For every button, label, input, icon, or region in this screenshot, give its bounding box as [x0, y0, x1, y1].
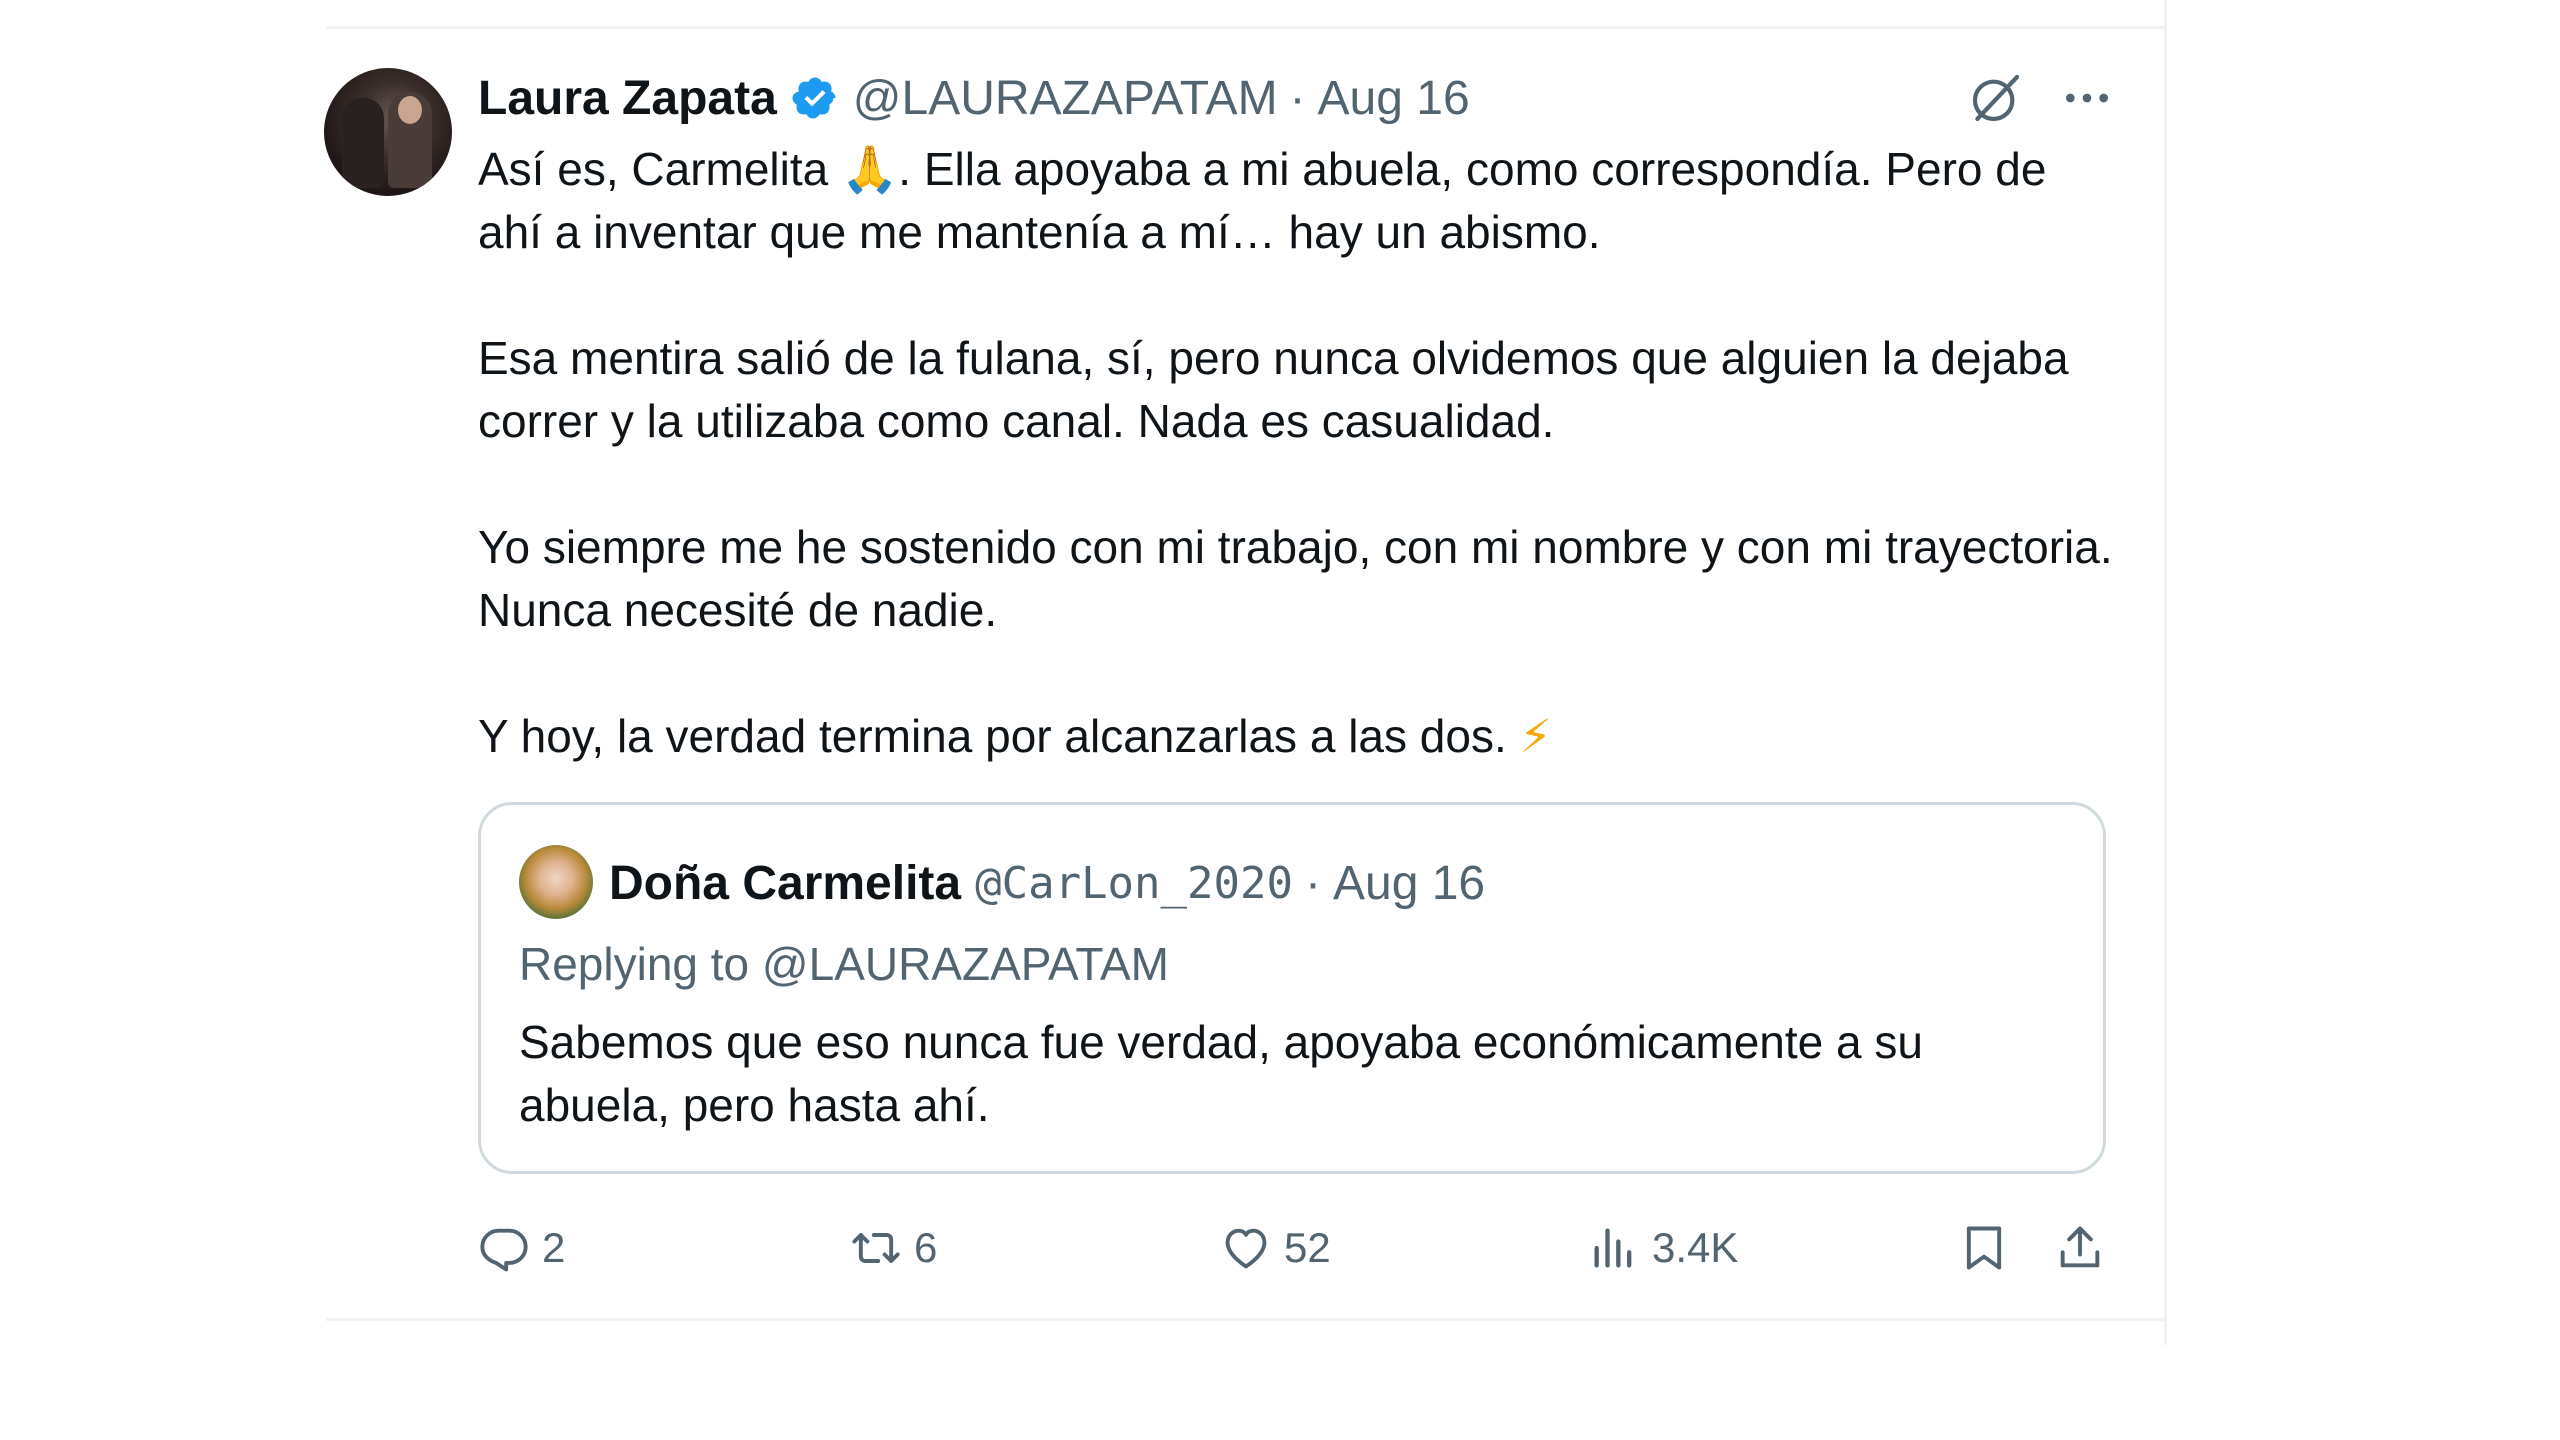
quoted-tweet-date[interactable]: Aug 16 — [1333, 856, 1485, 911]
quoted-tweet-text: Sabemos que eso nunca fue verdad, apoyab… — [519, 1016, 1923, 1131]
views-button[interactable]: 3.4K — [1588, 1216, 1738, 1280]
repost-button[interactable]: 6 — [850, 1216, 937, 1280]
quoted-replying-to: Replying to @LAURAZAPATAM — [519, 938, 1169, 990]
quoted-author-display-name[interactable]: Doña Carmelita — [609, 856, 961, 911]
tweet-frame: Laura Zapata @LAURAZAPATAM · Aug 16 Así … — [0, 0, 2560, 1440]
right-divider — [2164, 0, 2167, 1345]
share-button[interactable] — [2054, 1216, 2106, 1280]
top-divider — [326, 26, 2166, 29]
repost-icon — [852, 1233, 900, 1263]
author-handle[interactable]: @LAURAZAPATAM — [853, 71, 1278, 126]
quoted-header-separator: · — [1305, 856, 1321, 910]
views-icon — [1594, 1228, 1632, 1268]
like-button[interactable]: 52 — [1220, 1216, 1331, 1280]
tweet-header: Laura Zapata @LAURAZAPATAM · Aug 16 — [478, 66, 1470, 130]
share-icon — [2060, 1226, 2100, 1268]
pray-emoji-icon: 🙏 — [841, 142, 899, 196]
repost-count: 6 — [914, 1224, 938, 1271]
bookmark-button[interactable] — [1958, 1216, 2010, 1280]
tweet-text: Así es, Carmelita 🙏. Ella apoyaba a mi a… — [478, 138, 2118, 768]
tweet-paragraph: Esa mentira salió de la fulana, sí, pero… — [478, 332, 2069, 447]
more-icon[interactable] — [2062, 78, 2112, 118]
grok-icon[interactable] — [1968, 70, 2024, 126]
tweet-actions-bar: 2 6 52 3.4K — [478, 1216, 2118, 1280]
tweet-paragraph: Y hoy, la verdad termina por alcanzarlas… — [478, 709, 1552, 763]
reply-count: 2 — [542, 1224, 566, 1271]
bottom-divider — [326, 1318, 2166, 1321]
quoted-author-avatar[interactable] — [519, 845, 593, 919]
author-display-name[interactable]: Laura Zapata — [478, 71, 777, 126]
quoted-tweet-header: Doña Carmelita @CarLon_2020 · Aug 16 — [609, 851, 1485, 915]
lightning-emoji-icon: ⚡ — [1519, 709, 1552, 763]
bookmark-icon — [1966, 1226, 2002, 1270]
tweet-date[interactable]: Aug 16 — [1318, 71, 1470, 126]
views-count: 3.4K — [1652, 1224, 1739, 1271]
tweet-paragraph: Yo siempre me he sostenido con mi trabaj… — [478, 521, 2113, 636]
reply-icon — [480, 1228, 528, 1272]
reply-button[interactable]: 2 — [478, 1216, 565, 1280]
verified-badge-icon — [792, 77, 836, 119]
tweet-paragraph: Así es, Carmelita 🙏. Ella apoyaba a mi a… — [478, 142, 2047, 258]
header-separator: · — [1289, 71, 1306, 125]
quoted-author-handle[interactable]: @CarLon_2020 — [975, 858, 1293, 909]
like-icon — [1225, 1228, 1267, 1269]
quoted-tweet-card[interactable]: Doña Carmelita @CarLon_2020 · Aug 16 Rep… — [478, 802, 2106, 1174]
like-count: 52 — [1284, 1224, 1331, 1271]
author-avatar[interactable] — [324, 68, 452, 196]
